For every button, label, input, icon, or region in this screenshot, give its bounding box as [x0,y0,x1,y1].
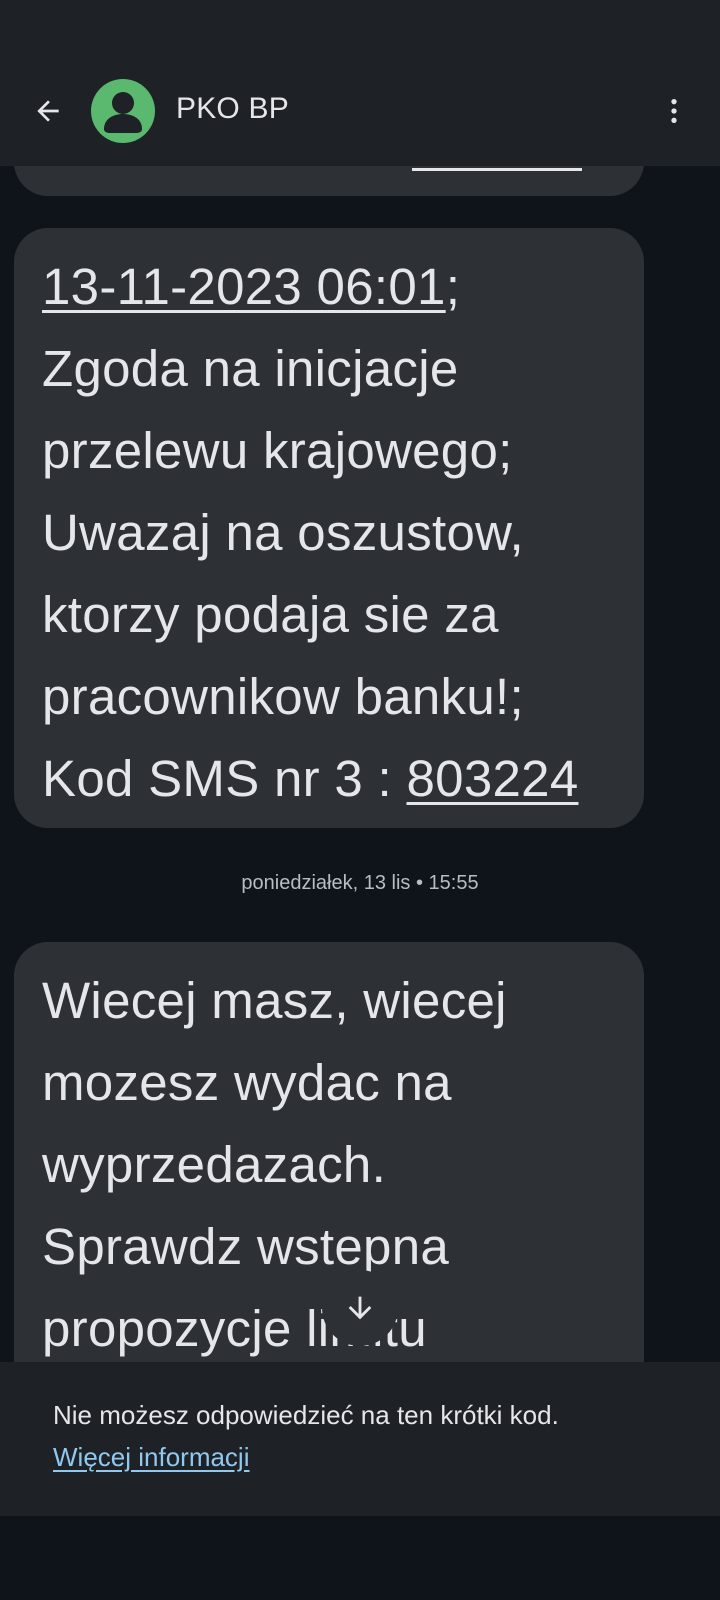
navigation-bar-area [0,1516,720,1600]
reply-unavailable-text: Nie możesz odpowiedzieć na ten krótki ko… [53,1400,559,1430]
message-line: ktorzy podaja sie za [42,586,499,643]
more-vert-icon [671,99,677,123]
previous-message-link-underline [412,168,582,171]
message-line: Uwazaj na oszustow, [42,504,524,561]
scroll-to-bottom-button[interactable] [322,1270,398,1346]
message-list[interactable]: 13-11-2023 06:01; Zgoda na inicjacje prz… [0,166,720,1362]
reply-unavailable-panel: Nie możesz odpowiedzieć na ten krótki ko… [0,1362,720,1516]
messages-screen: PKO BP 13-11-2023 06:01; Zgoda na inicja… [0,0,720,1600]
more-info-link[interactable]: Więcej informacji [53,1442,250,1473]
person-icon [104,92,142,133]
date-suffix: ; [445,258,461,315]
arrow-back-icon [37,100,59,122]
message-line: wyprzedazach. [42,1136,387,1193]
message-code-line: Kod SMS nr 3 : 803224 [42,738,616,820]
conversation-app-bar: PKO BP [0,56,720,166]
arrow-down-icon [348,1296,372,1320]
message-bubble-previous[interactable] [14,166,644,196]
contact-name[interactable]: PKO BP [176,92,289,126]
contact-avatar[interactable] [91,79,155,143]
message-line: mozesz wydac na [42,1054,452,1111]
code-prefix: Kod SMS nr 3 : [42,750,407,807]
more-options-button[interactable] [652,86,696,136]
message-line: przelewu krajowego; [42,422,513,479]
message-line: Zgoda na inicjacje [42,340,459,397]
message-timestamp: poniedziałek, 13 lis • 15:55 [241,872,479,894]
back-button[interactable] [20,85,76,137]
message-line: Sprawdz wstepna [42,1218,450,1275]
message-line: pracownikow banku!; [42,668,524,725]
status-bar [0,0,720,56]
message-bubble[interactable]: 13-11-2023 06:01; Zgoda na inicjacje prz… [14,228,644,828]
message-date-line: 13-11-2023 06:01; [42,246,616,328]
sms-code-link[interactable]: 803224 [407,750,579,807]
date-link[interactable]: 13-11-2023 06:01 [42,258,446,315]
message-line: Wiecej masz, wiecej [42,972,507,1029]
